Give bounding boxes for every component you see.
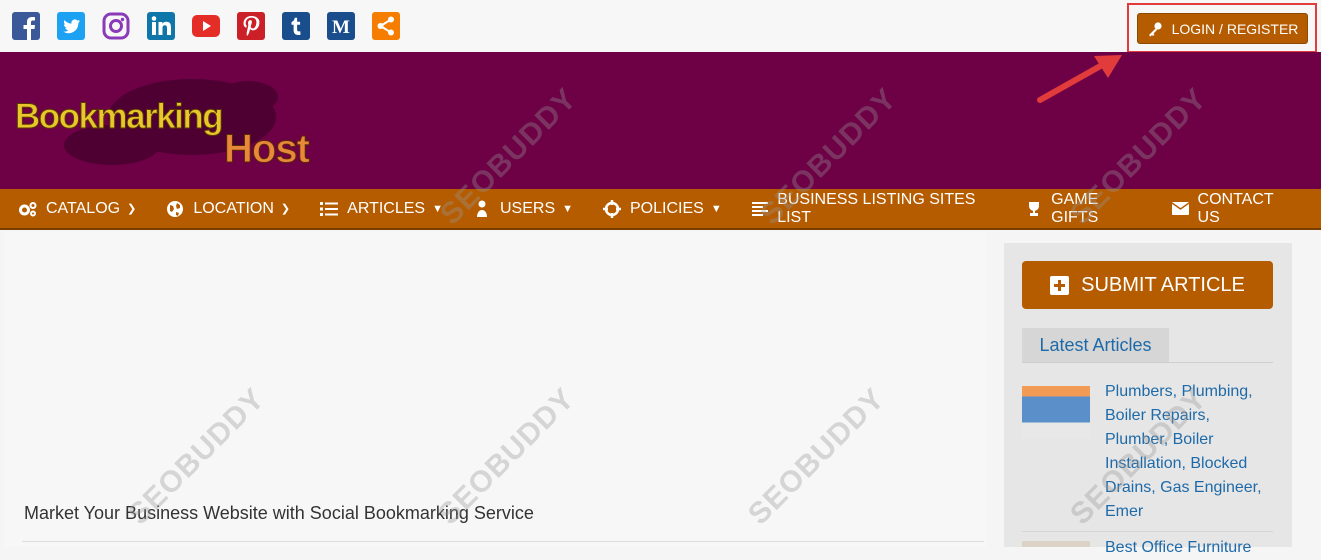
- nav-game-gifts-label: GAME GIFTS: [1051, 190, 1099, 226]
- chevron-down-icon: ❯: [280, 203, 291, 215]
- main-navigation: CATALOG ❯ LOCATION ❯ ARTICLES ▼ USERS ▼ …: [0, 189, 1321, 230]
- nav-catalog-label: CATALOG: [46, 199, 121, 217]
- linkedin-icon[interactable]: [146, 11, 176, 41]
- trophy-icon: [1025, 200, 1043, 218]
- instagram-icon[interactable]: [101, 11, 131, 41]
- caret-down-icon: ▼: [710, 202, 722, 215]
- facebook-icon[interactable]: [11, 11, 41, 41]
- chevron-down-icon: ❯: [127, 203, 137, 215]
- login-highlight-box: LOGIN / REGISTER: [1127, 3, 1317, 53]
- article-thumbnail[interactable]: [1022, 541, 1090, 547]
- crosshair-icon: [602, 199, 622, 218]
- divider: [22, 541, 984, 542]
- user-icon: [472, 200, 492, 218]
- nav-business-listing[interactable]: BUSINESS LISTING SITES LIST: [751, 189, 996, 228]
- caret-down-icon: ▼: [432, 202, 443, 215]
- login-register-button[interactable]: LOGIN / REGISTER: [1137, 13, 1308, 44]
- nav-users-label: USERS: [499, 199, 556, 217]
- social-icons: M: [11, 11, 401, 41]
- divider: [1022, 362, 1273, 363]
- submit-article-label: SUBMIT ARTICLE: [1081, 273, 1245, 296]
- nav-contact-us-label: CONTACT US: [1197, 190, 1274, 226]
- key-icon: [1148, 21, 1162, 36]
- login-register-label: LOGIN / REGISTER: [1171, 20, 1299, 37]
- nav-location[interactable]: LOCATION ❯: [165, 189, 290, 228]
- nav-policies[interactable]: POLICIES ▼: [602, 189, 722, 228]
- plus-square-icon: [1050, 275, 1070, 295]
- top-bar: M LOGIN / REGISTER: [0, 0, 1321, 53]
- nav-articles-label: ARTICLES: [347, 199, 426, 217]
- medium-icon[interactable]: M: [326, 11, 356, 41]
- divider: [1022, 531, 1273, 532]
- pinterest-icon[interactable]: [236, 11, 266, 41]
- logo-word-2: Host: [224, 127, 310, 171]
- nav-users[interactable]: USERS ▼: [472, 189, 573, 228]
- main-content: [4, 232, 986, 547]
- nav-business-listing-label: BUSINESS LISTING SITES LIST: [777, 190, 976, 226]
- twitter-icon[interactable]: [56, 11, 86, 41]
- site-logo[interactable]: Bookmarking Host: [12, 75, 332, 175]
- envelope-icon: [1171, 200, 1189, 218]
- article-thumbnail[interactable]: [1022, 386, 1090, 438]
- latest-articles-tab[interactable]: Latest Articles: [1022, 328, 1169, 362]
- article-link[interactable]: Best Office Furniture: [1105, 536, 1251, 560]
- cogs-icon: [18, 200, 38, 218]
- nav-policies-label: POLICIES: [630, 199, 704, 217]
- youtube-icon[interactable]: [191, 11, 221, 41]
- nav-catalog[interactable]: CATALOG ❯: [18, 189, 136, 228]
- align-left-icon: [751, 200, 769, 218]
- tumblr-icon[interactable]: [281, 11, 311, 41]
- svg-text:M: M: [332, 17, 350, 38]
- nav-location-label: LOCATION: [193, 199, 274, 217]
- nav-contact-us[interactable]: CONTACT US: [1171, 189, 1292, 228]
- caret-down-icon: ▼: [562, 202, 573, 215]
- nav-game-gifts[interactable]: GAME GIFTS: [1025, 189, 1142, 228]
- submit-article-button[interactable]: SUBMIT ARTICLE: [1022, 261, 1273, 309]
- main-heading: Market Your Business Website with Social…: [24, 503, 534, 523]
- list-icon: [319, 200, 339, 218]
- share-icon[interactable]: [371, 11, 401, 41]
- globe-icon: [165, 200, 185, 218]
- red-arrow-annotation: [1037, 55, 1122, 103]
- logo-word-1: Bookmarking: [15, 97, 222, 136]
- nav-articles[interactable]: ARTICLES ▼: [319, 189, 443, 228]
- article-link[interactable]: Plumbers, Plumbing, Boiler Repairs, Plum…: [1105, 380, 1270, 524]
